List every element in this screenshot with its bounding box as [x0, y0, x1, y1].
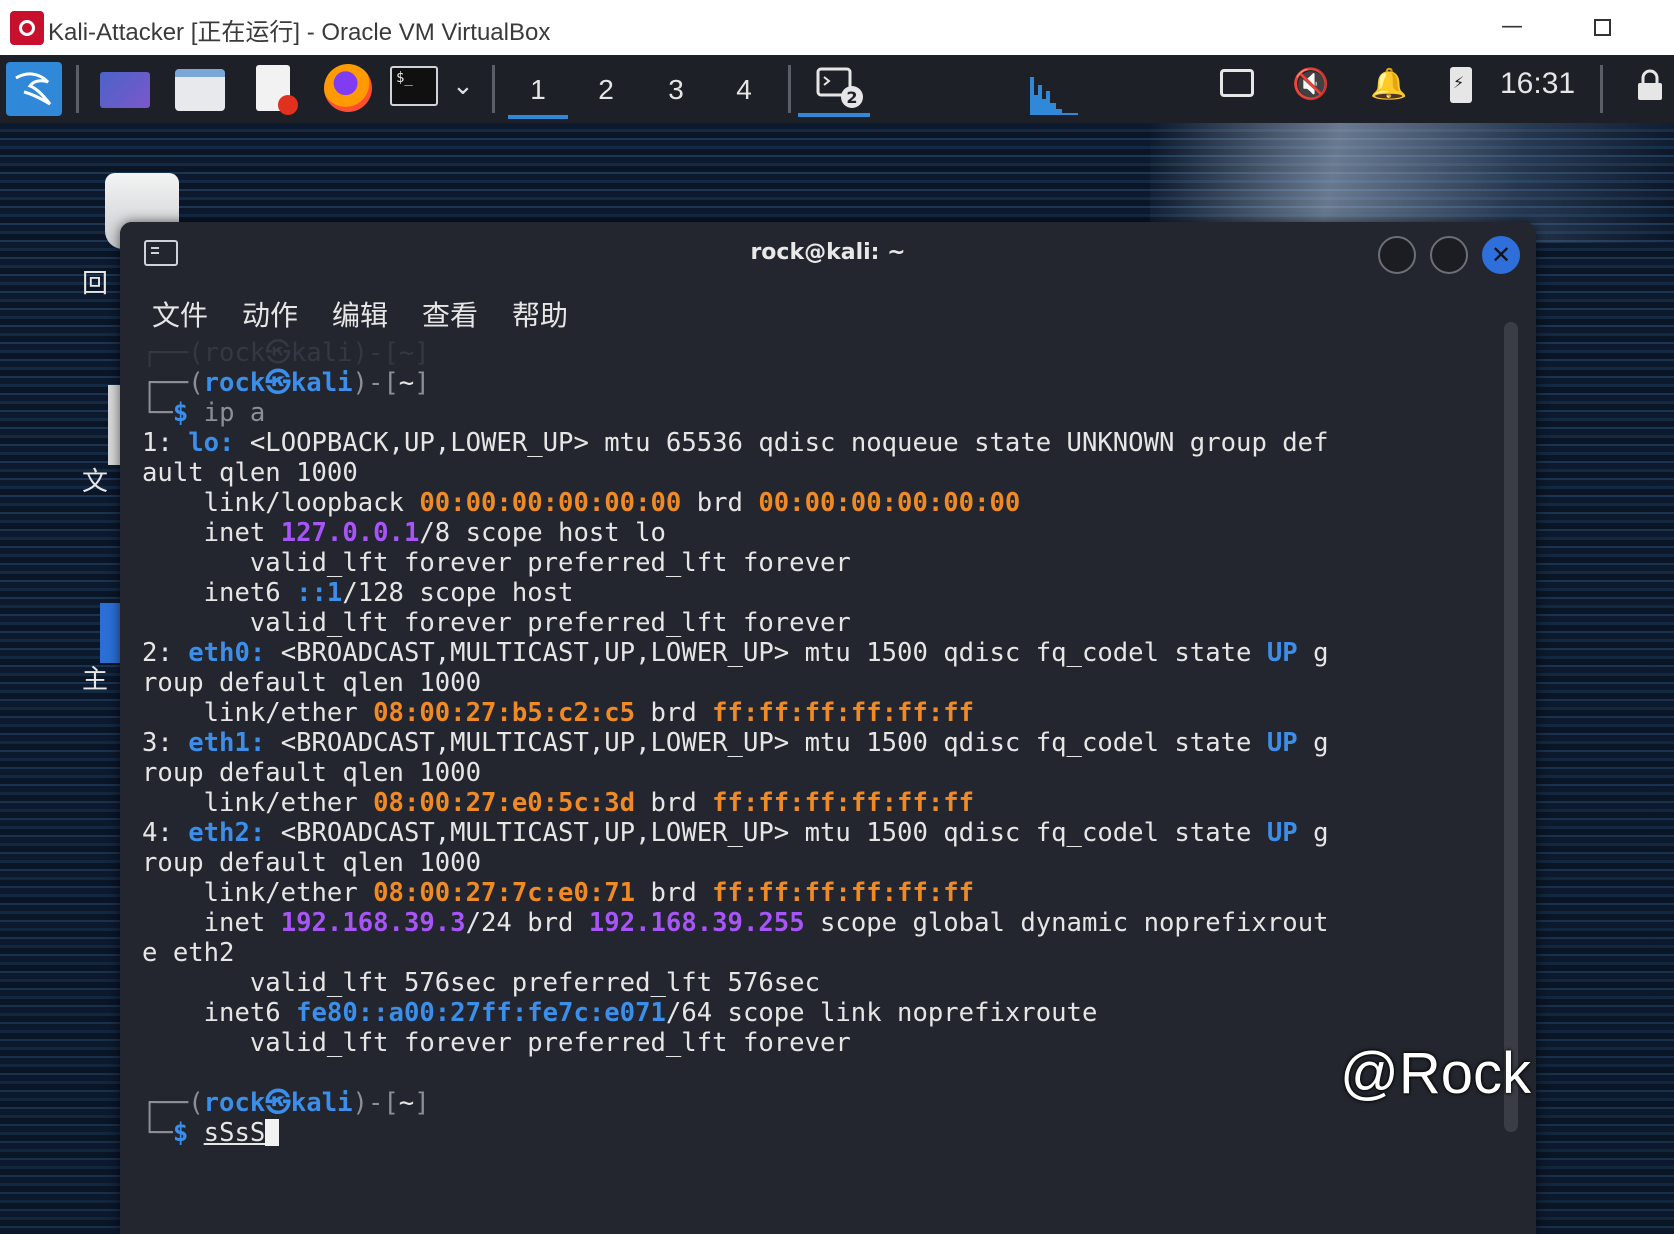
terminal-titlebar[interactable]: rock@kali: ~ ✕	[120, 222, 1536, 284]
output-line: 1: lo: <LOOPBACK,UP,LOWER_UP> mtu 65536 …	[142, 428, 1329, 458]
terminal-minimize-button[interactable]	[1378, 236, 1416, 274]
output-line: link/loopback 00:00:00:00:00:00 brd 00:0…	[142, 488, 1021, 518]
output-line: 3: eth1: <BROADCAST,MULTICAST,UP,LOWER_U…	[142, 728, 1329, 758]
desktop-label[interactable]: 主	[82, 659, 108, 696]
minimize-button[interactable]: —	[1494, 10, 1530, 44]
output-line: 2: eth0: <BROADCAST,MULTICAST,UP,LOWER_U…	[142, 638, 1329, 668]
terminal-close-button[interactable]: ✕	[1482, 236, 1520, 274]
menu-view[interactable]: 查看	[422, 294, 478, 334]
chevron-down-icon[interactable]: ⌄	[452, 71, 474, 101]
command-input-line[interactable]: └─$ sSsS	[142, 1118, 280, 1148]
output-line: e eth2	[142, 938, 235, 968]
output-line: roup default qlen 1000	[142, 848, 481, 878]
terminal-scrollbar[interactable]	[1504, 322, 1518, 1132]
file-manager-icon[interactable]	[175, 69, 225, 111]
panel-separator	[788, 65, 791, 113]
lock-icon[interactable]	[1636, 69, 1664, 101]
terminal-output[interactable]: ┌──(rock㉿kali)-[~] ┌──(rock㉿kali)-[~] └─…	[120, 338, 1498, 1234]
output-line: ault qlen 1000	[142, 458, 358, 488]
taskbar: $_ ⌄ 1 2 3 4 2 🔇 🔔 16:31	[0, 55, 1674, 123]
typed-command: sSsS	[203, 1118, 266, 1148]
output-line: link/ether 08:00:27:b5:c2:c5 brd ff:ff:f…	[142, 698, 975, 728]
menu-edit[interactable]: 编辑	[332, 294, 388, 334]
menu-help[interactable]: 帮助	[512, 294, 568, 334]
cpu-graph-icon	[1030, 65, 1078, 115]
output-line: valid_lft forever preferred_lft forever	[142, 608, 851, 638]
output-line: valid_lft 576sec preferred_lft 576sec	[142, 968, 820, 998]
desktop-label[interactable]: 回	[82, 263, 108, 300]
network-icon[interactable]	[1220, 69, 1254, 97]
panel-separator	[76, 65, 79, 113]
output-line: link/ether 08:00:27:7c:e0:71 brd ff:ff:f…	[142, 878, 975, 908]
output-line: roup default qlen 1000	[142, 668, 481, 698]
text-editor-icon[interactable]	[256, 65, 298, 115]
vbox-titlebar: Kali-Attacker [正在运行] - Oracle VM Virtual…	[0, 0, 1674, 55]
desktop-item[interactable]	[100, 603, 120, 663]
output-line: inet6 ::1/128 scope host	[142, 578, 574, 608]
text-cursor	[265, 1119, 280, 1146]
mute-icon[interactable]: 🔇	[1292, 67, 1329, 102]
terminal-maximize-button[interactable]	[1430, 236, 1468, 274]
output-line: roup default qlen 1000	[142, 758, 481, 788]
output-line: 4: eth2: <BROADCAST,MULTICAST,UP,LOWER_U…	[142, 818, 1329, 848]
window-title: Kali-Attacker [正在运行] - Oracle VM Virtual…	[48, 19, 551, 46]
terminal-window[interactable]: rock@kali: ~ ✕ 文件 动作 编辑 查看 帮助 ┌──(rock㉿k…	[120, 222, 1536, 1234]
output-line: link/ether 08:00:27:e0:5c:3d brd ff:ff:f…	[142, 788, 975, 818]
terminal-menubar: 文件 动作 编辑 查看 帮助	[120, 284, 1536, 342]
show-desktop-icon[interactable]	[100, 72, 150, 108]
menu-file[interactable]: 文件	[152, 294, 208, 334]
output-line: inet 127.0.0.1/8 scope host lo	[142, 518, 666, 548]
watermark: @Rock	[1340, 1041, 1532, 1106]
virtualbox-logo-icon	[10, 11, 44, 45]
maximize-icon	[1593, 18, 1611, 36]
scrolled-prompt: ┌──(rock㉿kali)-[~]	[142, 338, 430, 368]
workspace-2[interactable]: 2	[576, 65, 636, 115]
task-badge: 2	[846, 88, 857, 107]
prompt-line: ┌──(rock㉿kali)-[~]	[142, 1088, 430, 1118]
panel-separator	[1600, 65, 1603, 113]
close-icon: ✕	[1490, 241, 1512, 269]
battery-icon[interactable]	[1450, 67, 1472, 103]
output-line: valid_lft forever preferred_lft forever	[142, 1028, 851, 1058]
active-task-indicator	[798, 113, 870, 117]
panel-separator	[492, 65, 495, 113]
terminal-title: rock@kali: ~	[750, 240, 906, 265]
bell-icon[interactable]: 🔔	[1370, 67, 1407, 102]
output-line: valid_lft forever preferred_lft forever	[142, 548, 851, 578]
firefox-icon[interactable]	[324, 64, 372, 112]
kali-menu-icon[interactable]	[6, 62, 62, 116]
task-window-icon[interactable]: 2	[816, 67, 863, 108]
maximize-button[interactable]	[1584, 10, 1620, 44]
workspace-3[interactable]: 3	[646, 65, 706, 115]
output-line: inet6 fe80::a00:27ff:fe7c:e071/64 scope …	[142, 998, 1098, 1028]
desktop-label[interactable]: 文	[82, 461, 108, 498]
terminal-icon[interactable]: $_	[390, 66, 438, 106]
workspace-1[interactable]: 1	[508, 65, 568, 119]
workspace-4[interactable]: 4	[714, 65, 774, 115]
output-line: inet 192.168.39.3/24 brd 192.168.39.255 …	[142, 908, 1329, 938]
menu-actions[interactable]: 动作	[242, 294, 298, 334]
command-line: └─$ ip a	[142, 398, 266, 428]
clock[interactable]: 16:31	[1500, 67, 1575, 101]
prompt-line: ┌──(rock㉿kali)-[~]	[142, 368, 430, 398]
